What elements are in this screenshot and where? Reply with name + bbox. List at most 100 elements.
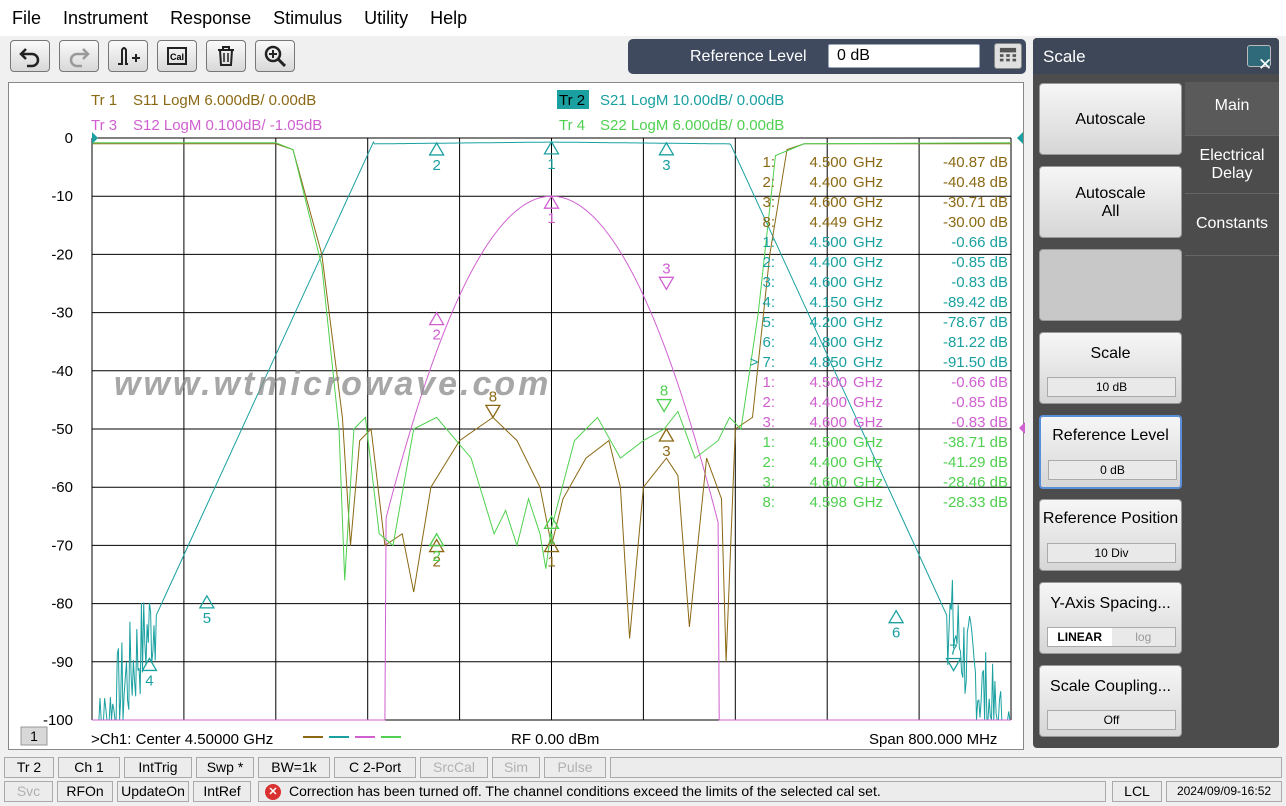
status-sim[interactable]: Sim [492, 757, 540, 778]
menu-instrument[interactable]: Instrument [51, 8, 158, 29]
menu-utility[interactable]: Utility [352, 8, 418, 29]
status-ch-1[interactable]: Ch 1 [58, 757, 120, 778]
autoscale-all-button[interactable]: Autoscale All [1039, 166, 1182, 238]
redo-button[interactable] [59, 40, 99, 72]
reference-arrow-s12 [1019, 422, 1025, 434]
marker-table-frequency: 4.150 [809, 294, 847, 311]
rf-power[interactable]: RF 0.00 dBm [511, 731, 599, 748]
keypad-button[interactable] [994, 43, 1022, 69]
rf-on-indicator[interactable]: RFOn [57, 781, 113, 802]
marker-table-unit: GHz [853, 234, 883, 251]
marker-table-number: 2: [762, 394, 775, 411]
marker-table: 1: 4.500 GHz -40.87 dB 2: 4.400 GHz -40.48 dB 3:… [750, 154, 1008, 511]
marker-table-number: 2: [762, 454, 775, 471]
y-tick-label: -60 [51, 479, 73, 496]
scale-coupling-value: Off [1047, 710, 1176, 730]
marker-table-unit: GHz [853, 274, 883, 291]
marker-table-number: 3: [762, 274, 775, 291]
svc-indicator[interactable]: Svc [4, 781, 53, 802]
marker-table-value: -89.42 dB [943, 294, 1008, 311]
update-on-indicator[interactable]: UpdateOn [117, 781, 189, 802]
trace-4-id[interactable]: Tr 4 [559, 117, 585, 134]
marker-table-value: -0.66 dB [951, 234, 1008, 251]
menu-stimulus[interactable]: Stimulus [261, 8, 352, 29]
reference-level-button[interactable]: Reference Level 0 dB [1039, 415, 1182, 489]
menu-response[interactable]: Response [158, 8, 261, 29]
trace-2-id[interactable]: Tr 2 [559, 92, 585, 109]
y-tick-label: -30 [51, 305, 73, 322]
trace-3-id[interactable]: Tr 3 [91, 117, 117, 134]
zoom-button[interactable] [255, 40, 295, 72]
scale-button[interactable]: Scale 10 dB [1039, 332, 1182, 404]
marker-table-number: > 7: [750, 354, 775, 371]
scale-coupling-label: Scale Coupling... [1050, 678, 1171, 695]
delete-button[interactable] [206, 40, 246, 72]
marker-table-number: 6: [762, 334, 775, 351]
marker-table-frequency: 4.800 [809, 334, 847, 351]
autoscale-button[interactable]: Autoscale [1039, 83, 1182, 155]
scale-coupling-button[interactable]: Scale Coupling... Off [1039, 665, 1182, 737]
marker-table-number: 2: [762, 174, 775, 191]
reference-position-button[interactable]: Reference Position 10 Div [1039, 499, 1182, 571]
tab-main[interactable]: Main [1185, 82, 1279, 136]
measurement-window[interactable]: 21345671238213812 0 -10 -20 -30 -40 -50 -60 -70… [8, 82, 1025, 750]
y-axis-spacing-toggle[interactable]: LINEAR log [1047, 627, 1176, 647]
autoscale-label: Autoscale [1075, 111, 1146, 128]
undo-icon [19, 48, 40, 68]
channel-number[interactable]: 1 [30, 728, 38, 744]
undo-button[interactable] [10, 40, 50, 72]
blank-softkey[interactable] [1039, 249, 1182, 321]
y-axis-spacing-button[interactable]: Y-Axis Spacing... LINEAR log [1039, 582, 1182, 654]
marker-table-frequency: 4.598 [809, 494, 847, 511]
status-inttrig[interactable]: IntTrig [124, 757, 192, 778]
marker-table-value: -30.71 dB [943, 194, 1008, 211]
y-tick-label: -100 [43, 712, 73, 729]
marker-label: 3 [662, 443, 670, 460]
reference-level-label: Reference Level [690, 48, 807, 65]
trace-1-id[interactable]: Tr 1 [91, 92, 117, 109]
cal-button[interactable]: Cal [157, 40, 197, 72]
menu-file[interactable]: File [0, 8, 51, 29]
marker-table-number: 4: [762, 294, 775, 311]
marker-triangle [484, 404, 502, 419]
status-pulse[interactable]: Pulse [544, 757, 606, 778]
menu-bar: File Instrument Response Stimulus Utilit… [0, 0, 1286, 36]
log-option[interactable]: log [1112, 628, 1176, 646]
span-frequency[interactable]: Span 800.000 MHz [869, 731, 997, 748]
reference-level-softkey-label: Reference Level [1052, 427, 1169, 444]
marker-table-frequency: 4.400 [809, 174, 847, 191]
add-marker-button[interactable] [108, 40, 148, 72]
trace-markers: 2 1 3456712382 13812 [92, 132, 1025, 689]
reference-level-softkey-value: 0 dB [1048, 460, 1177, 480]
int-ref-indicator[interactable]: IntRef [193, 781, 251, 802]
tab-constants[interactable]: Constants [1185, 196, 1279, 256]
cal-icon: Cal [167, 47, 187, 65]
status-tr-2[interactable]: Tr 2 [4, 757, 54, 778]
marker-table-number: 8: [762, 494, 775, 511]
marker-table-number: 1: [762, 234, 775, 251]
marker-triangle [658, 141, 675, 156]
marker-triangle [658, 276, 675, 291]
status-srccal[interactable]: SrcCal [420, 757, 488, 778]
status-bw-1k[interactable]: BW=1k [258, 757, 330, 778]
marker-label: 8 [660, 383, 668, 400]
lcl-indicator[interactable]: LCL [1112, 781, 1162, 802]
reference-level-entry: Reference Level 0 dB [628, 39, 1026, 74]
reference-level-input[interactable]: 0 dB [828, 44, 980, 68]
marker-table-number: 8: [762, 214, 775, 231]
marker-table-value: -78.67 dB [943, 314, 1008, 331]
status-swp[interactable]: Swp * [196, 757, 254, 778]
zoom-icon [264, 45, 287, 68]
close-panel-button[interactable]: ✕ [1247, 45, 1272, 74]
softkey-panel: Scale ✕ Autoscale Autoscale All Scale 10… [1033, 38, 1279, 748]
scale-label: Scale [1090, 345, 1131, 362]
tab-electrical-delay[interactable]: Electrical Delay [1185, 138, 1279, 194]
marker-table-frequency: 4.850 [809, 354, 847, 371]
linear-option[interactable]: LINEAR [1048, 628, 1112, 646]
panel-header: Scale ✕ [1033, 38, 1279, 74]
center-frequency[interactable]: >Ch1: Center 4.50000 GHz [91, 731, 273, 748]
status-c-2-port[interactable]: C 2-Port [334, 757, 416, 778]
marker-table-frequency: 4.200 [809, 314, 847, 331]
trace-1-info: S11 LogM 6.000dB/ 0.00dB [133, 92, 316, 109]
menu-help[interactable]: Help [418, 8, 477, 29]
